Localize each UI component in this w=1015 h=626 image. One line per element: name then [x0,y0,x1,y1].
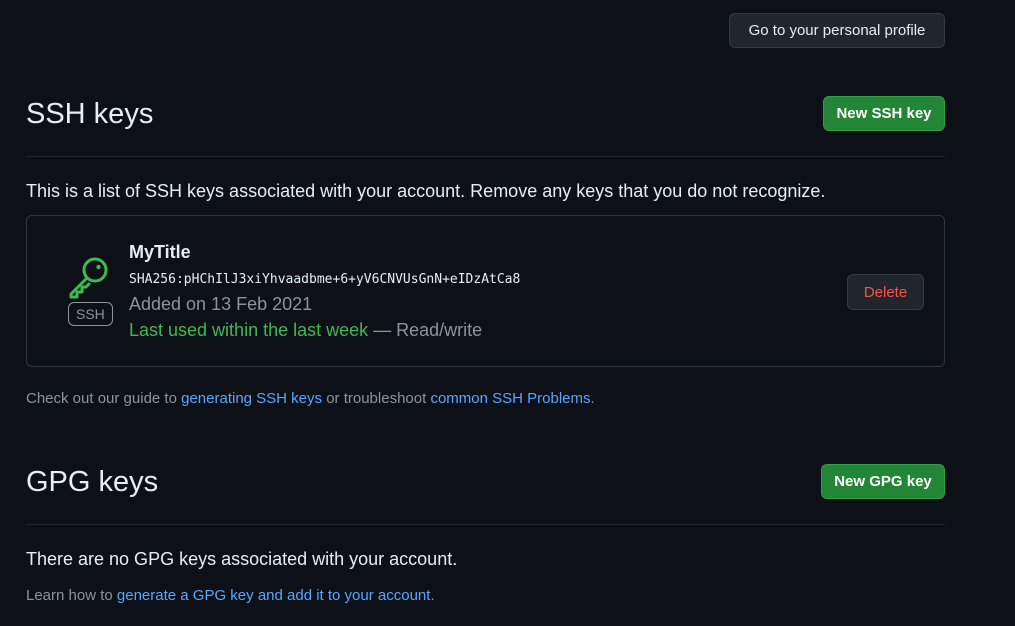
key-icon [69,257,108,299]
ssh-key-last-used: Last used within the last week [129,320,369,340]
ssh-guide-prefix: Check out our guide to [26,390,182,407]
gpg-empty-text: There are no GPG keys associated with yo… [26,549,458,569]
ssh-keys-heading: SSH keys [26,98,154,130]
ssh-key-usage: Last used within the last week — Read/wr… [129,320,482,341]
ssh-guide-middle: or troubleshoot [322,390,431,407]
ssh-key-item: SSH MyTitle SHA256:pHChIlJ3xiYhvaadbme+6… [26,215,945,367]
gpg-learn-prefix: Learn how to [26,587,117,604]
gpg-keys-heading: GPG keys [26,466,159,498]
ssh-key-added-date: Added on 13 Feb 2021 [129,294,313,314]
new-ssh-key-button[interactable]: New SSH key [823,96,945,131]
ssh-section-divider [26,156,945,157]
gpg-section-divider [26,524,945,525]
ssh-keys-description: This is a list of SSH keys associated wi… [26,181,826,201]
delete-ssh-key-button[interactable]: Delete [847,274,924,310]
new-gpg-key-button[interactable]: New GPG key [821,464,945,499]
ssh-gpg-settings-page: Go to your personal profile SSH keys New… [0,0,1015,626]
ssh-guide-text: Check out our guide to generating SSH ke… [26,389,595,409]
ssh-key-title: MyTitle [129,242,191,262]
gpg-learn-text: Learn how to generate a GPG key and add … [26,586,435,606]
generate-gpg-key-link[interactable]: generate a GPG key and add it to your ac… [117,587,431,604]
common-ssh-problems-link[interactable]: common SSH Problems [430,390,590,407]
ssh-type-badge: SSH [68,302,113,326]
generating-ssh-keys-link[interactable]: generating SSH keys [181,390,322,407]
go-to-profile-button[interactable]: Go to your personal profile [729,13,945,48]
ssh-guide-suffix: . [590,390,595,407]
ssh-key-fingerprint: SHA256:pHChIlJ3xiYhvaadbme+6+yV6CNVUsGnN… [129,272,521,287]
ssh-key-access: — Read/write [368,320,483,340]
gpg-learn-suffix: . [430,587,435,604]
